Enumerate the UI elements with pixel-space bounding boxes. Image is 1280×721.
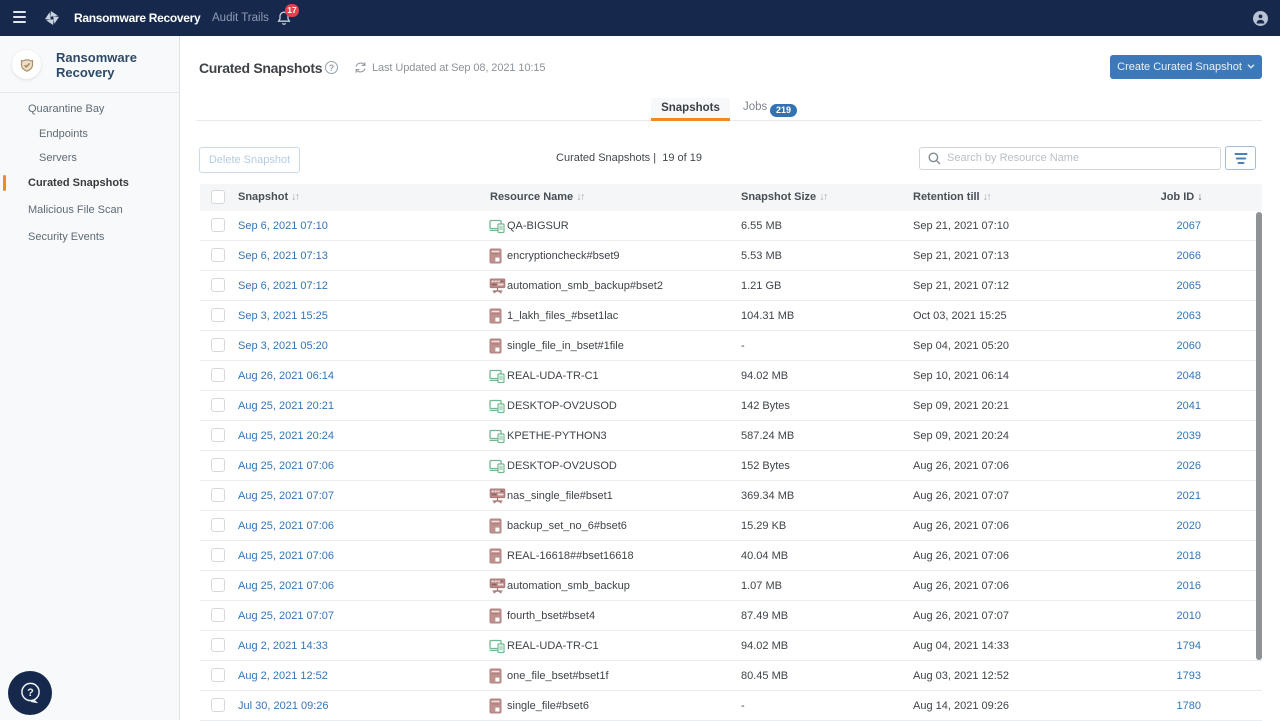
svg-text:?: ? xyxy=(27,687,34,699)
